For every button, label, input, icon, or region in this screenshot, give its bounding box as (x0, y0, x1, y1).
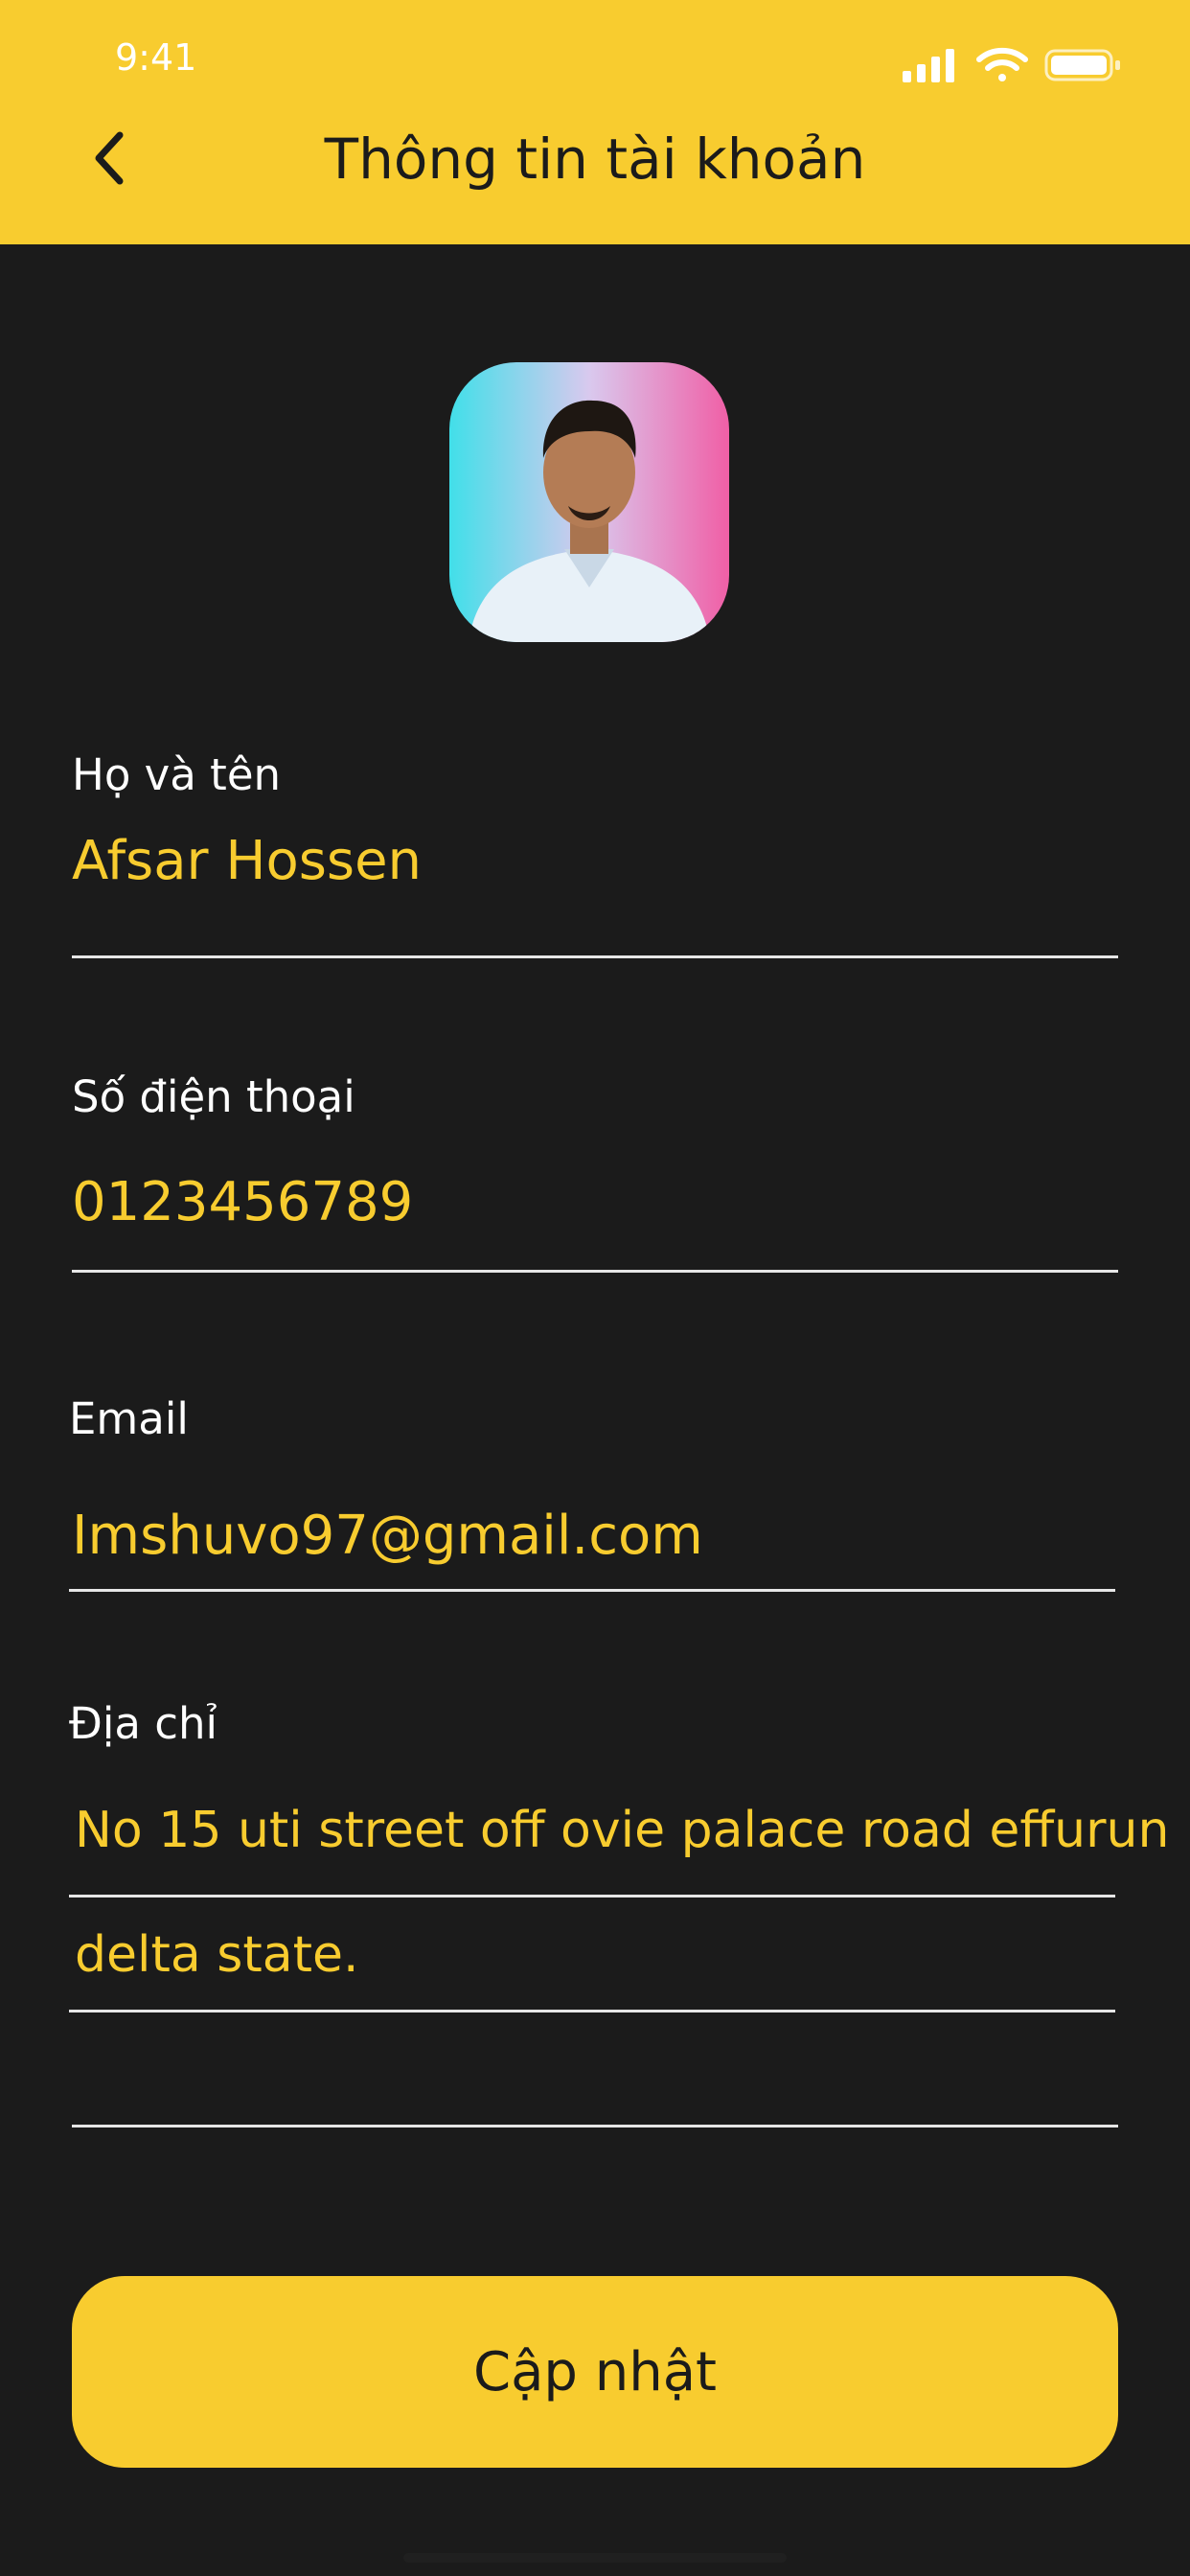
avatar[interactable] (449, 362, 729, 642)
name-field[interactable]: Afsar Hossen (72, 830, 422, 892)
address-underline-1 (69, 1895, 1115, 1898)
status-time: 9:41 (115, 36, 197, 79)
phone-label: Số điện thoại (72, 1071, 355, 1122)
home-indicator (403, 2553, 787, 2563)
address-underline-2 (69, 2010, 1115, 2012)
address-underline-3 (72, 2125, 1118, 2128)
app-header: 9:41 Thông tin tài khoản (0, 0, 1190, 244)
name-underline (72, 955, 1118, 958)
wifi-icon (976, 47, 1028, 81)
page-title: Thông tin tài khoản (324, 126, 866, 192)
email-field[interactable]: Imshuvo97@gmail.com (72, 1505, 703, 1567)
status-icons (903, 46, 1152, 84)
address-label: Địa chỉ (69, 1698, 218, 1749)
email-underline (69, 1589, 1115, 1592)
phone-underline (72, 1270, 1118, 1273)
signal-icon (903, 49, 954, 82)
phone-field[interactable]: 0123456789 (72, 1171, 413, 1233)
email-label: Email (69, 1393, 189, 1444)
update-button[interactable]: Cập nhật (72, 2276, 1118, 2468)
address-line-1[interactable]: No 15 uti street off ovie palace road ef… (75, 1802, 1169, 1859)
name-label: Họ và tên (72, 749, 282, 800)
address-line-2[interactable]: delta state. (75, 1926, 359, 1984)
battery-icon (1044, 49, 1120, 81)
